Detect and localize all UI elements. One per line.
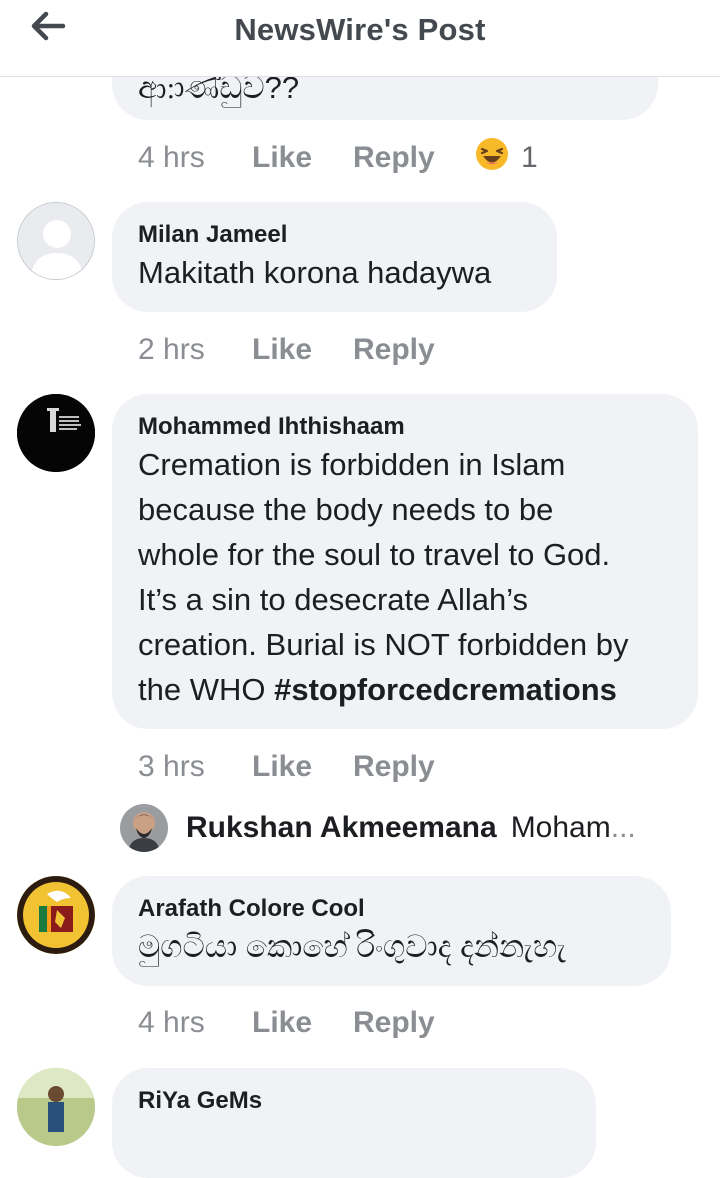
post-header: NewsWire's Post (0, 0, 720, 77)
reaction-count: 1 (521, 141, 538, 174)
comment-time: 3 hrs (138, 750, 205, 783)
comment-text: මුගටියා කොහේ රිංගුවාද දන්නැහැ (138, 929, 566, 964)
comment-author[interactable]: Milan Jameel (138, 220, 531, 250)
comment-author[interactable]: RiYa GeMs (138, 1086, 570, 1116)
reply-snippet: Moham (510, 811, 611, 844)
avatar[interactable] (17, 394, 95, 472)
comment-bubble[interactable]: Arafath Colore Cool මුගටියා කොහේ රිංගුවා… (112, 876, 671, 986)
reply-button[interactable]: Reply (353, 333, 460, 367)
like-button[interactable]: Like (252, 750, 353, 784)
profile-picture (120, 804, 168, 852)
comment-text: Makitath korona hadaywa (138, 255, 492, 290)
comment-time: 2 hrs (138, 333, 205, 366)
comment-bubble[interactable]: RiYa GeMs (112, 1068, 596, 1178)
reply-author: Rukshan Akmeemana (186, 811, 497, 844)
comment-text: Cremation is forbidden in Islam because … (138, 442, 672, 712)
comment-actions: 4 hrs Like Reply 1 (138, 136, 538, 180)
like-button[interactable]: Like (252, 1006, 353, 1040)
comment-bubble[interactable]: Mohammed Ihthishaam Cremation is forbidd… (112, 394, 698, 729)
comment-time: 4 hrs (138, 1006, 205, 1039)
profile-picture (17, 876, 95, 954)
page-title: NewsWire's Post (234, 12, 486, 47)
comment-time: 4 hrs (138, 141, 205, 174)
default-profile-icon (18, 203, 94, 279)
like-button[interactable]: Like (252, 141, 353, 175)
reply-ellipsis: ... (610, 811, 636, 844)
comment-actions: 3 hrs Like Reply (138, 745, 460, 789)
reply-preview[interactable]: Rukshan Akmeemana Moham ... (120, 802, 636, 854)
reply-avatar (120, 804, 168, 852)
comment-text-line: the WHO (138, 672, 275, 707)
avatar[interactable] (17, 202, 95, 280)
hashtag-link[interactable]: #stopforcedcremations (274, 672, 617, 707)
reply-button[interactable]: Reply (353, 141, 475, 175)
comment-actions: 2 hrs Like Reply (138, 328, 460, 372)
reply-button[interactable]: Reply (353, 750, 460, 784)
comment-text-line: because the body needs to be (138, 492, 554, 527)
comment-text-line: creation. Burial is NOT forbidden by (138, 627, 629, 662)
comment-bubble[interactable]: Milan Jameel Makitath korona hadaywa (112, 202, 557, 312)
reply-button[interactable]: Reply (353, 1006, 460, 1040)
reaction-summary[interactable]: 1 (475, 137, 538, 179)
haha-emoji-icon (475, 137, 509, 179)
profile-picture (17, 1068, 95, 1146)
comment-author[interactable]: Mohammed Ihthishaam (138, 412, 672, 442)
comment-text-line: whole for the soul to travel to God. (138, 537, 611, 572)
avatar[interactable] (17, 1068, 95, 1146)
like-button[interactable]: Like (252, 333, 353, 367)
profile-picture (17, 394, 95, 472)
comment-actions: 4 hrs Like Reply (138, 1001, 460, 1045)
comment-author[interactable]: Arafath Colore Cool (138, 894, 645, 924)
comment-text-line: It’s a sin to desecrate Allah’s (138, 582, 529, 617)
avatar[interactable] (17, 876, 95, 954)
comment-text-line: Cremation is forbidden in Islam (138, 447, 566, 482)
